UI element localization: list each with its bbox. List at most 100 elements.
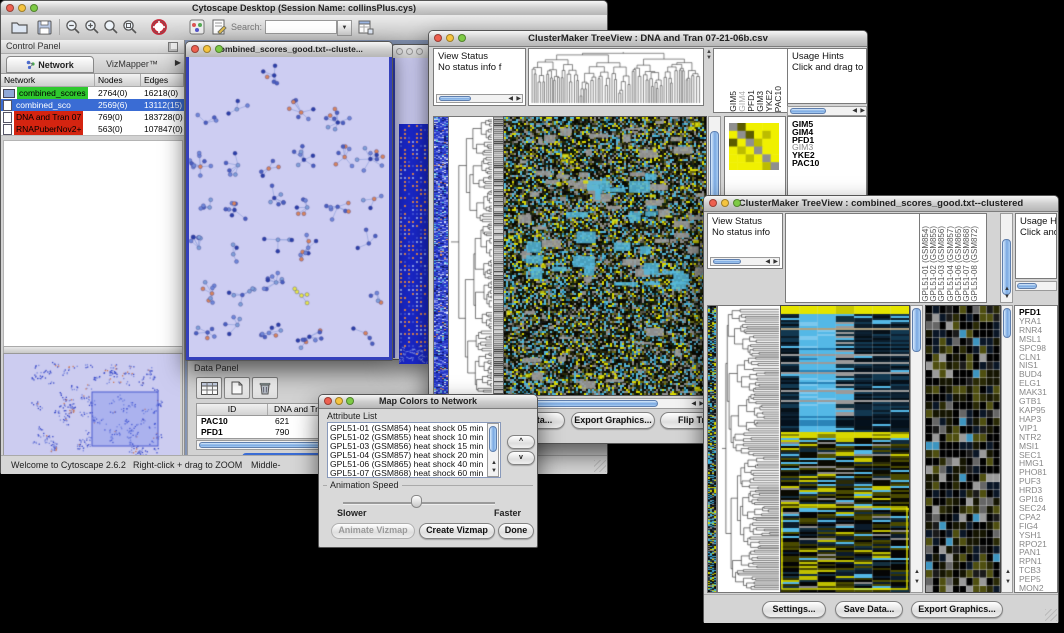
search-label: Search:	[231, 22, 262, 32]
main-titlebar[interactable]: Cytoscape Desktop (Session Name: collins…	[1, 1, 607, 16]
map-dialog-title: Map Colors to Network	[379, 396, 477, 406]
tv2-collabel-scrollbar[interactable]: ▲▼	[1000, 213, 1013, 303]
tv2-column-labels: GPL51-01 (GSM854)GPL51-02 (GSM855)GPL51-…	[919, 213, 987, 303]
delete-attribute-icon[interactable]	[252, 377, 278, 399]
search-input[interactable]	[265, 20, 337, 34]
tv1-row-dendrogram[interactable]	[448, 116, 494, 396]
tv2-rowlabel-scrollbar[interactable]: ▲▼	[1001, 305, 1013, 593]
network-type-icon	[3, 89, 15, 98]
close-button[interactable]	[191, 45, 199, 53]
tv1-export-graphics-button[interactable]: Export Graphics...	[571, 412, 655, 429]
animate-vizmap-button[interactable]: Animate Vizmap	[331, 523, 415, 539]
network-row[interactable]: combined_scores 2764(0) 16218(0)	[1, 87, 184, 99]
close-button[interactable]	[709, 199, 717, 207]
zoom-button[interactable]	[733, 199, 741, 207]
network-type-icon	[3, 124, 12, 135]
float-panel-icon[interactable]	[168, 42, 178, 52]
close-button[interactable]	[434, 34, 442, 42]
tv1-status-scrollbar[interactable]: ◀▶	[436, 94, 523, 103]
tv2-usage-hints-label: Usage Hints	[1020, 216, 1057, 227]
desktop: Cytoscape Desktop (Session Name: collins…	[0, 0, 1064, 633]
network-canvas[interactable]	[186, 57, 392, 360]
tv2-settings-button[interactable]: Settings...	[762, 601, 826, 618]
new-attribute-icon[interactable]	[224, 377, 250, 399]
tv2-global-strip[interactable]	[707, 305, 717, 593]
status-right: Middle-	[251, 460, 281, 470]
tv1-view-status-panel: View StatusNo status info f ◀▶	[433, 48, 526, 106]
help-icon[interactable]	[148, 17, 170, 37]
tv2-heatmap[interactable]	[780, 305, 910, 593]
plugin-icon[interactable]	[187, 18, 207, 36]
tv2-usage-hints-info: Click and drag to	[1020, 227, 1057, 238]
tab-vizmapper[interactable]: VizMapper™	[95, 56, 169, 71]
zoom-out-icon[interactable]	[63, 18, 83, 36]
tv2-zoom-panel[interactable]	[925, 305, 1001, 593]
tv2-row-dendrogram[interactable]	[717, 305, 781, 593]
tv1-row-labels: GIM5GIM4PFD1GIM3YKE2PAC10	[787, 116, 867, 200]
done-button[interactable]: Done	[498, 523, 534, 539]
zoom-selected-icon[interactable]	[101, 18, 121, 36]
tv1-label-nav-arrows[interactable]: ▲▼	[706, 49, 712, 61]
attribute-item[interactable]: GPL51-07 (GSM868) heat shock 60 min	[330, 469, 498, 478]
column-label: PAC10	[774, 86, 783, 112]
tv2-status-scrollbar[interactable]: ◀▶	[710, 257, 780, 266]
search-dropdown-button[interactable]: ▼	[337, 20, 352, 36]
tab-network[interactable]: Network	[6, 56, 94, 73]
animation-slider-thumb[interactable]	[411, 495, 422, 508]
tv2-view-status-panel: View StatusNo status info ◀▶	[707, 213, 783, 269]
network-row[interactable]: combined_sco 2569(6) 13112(15)	[1, 99, 184, 111]
annotation-icon[interactable]	[209, 18, 229, 36]
tv1-column-dendrogram[interactable]	[528, 48, 704, 106]
save-icon[interactable]	[34, 18, 54, 36]
slower-label: Slower	[337, 508, 367, 518]
tv2-save-data-button[interactable]: Save Data...	[835, 601, 903, 618]
close-button[interactable]	[6, 4, 14, 12]
zoom-button[interactable]	[458, 34, 466, 42]
attribute-list-scrollbar[interactable]: ▲▼	[487, 423, 499, 477]
network-row[interactable]: RNAPuberNov2+ 563(0) 107847(0)	[1, 123, 184, 135]
tv1-zoom-panel[interactable]	[724, 116, 786, 200]
zoom-button[interactable]	[30, 4, 38, 12]
treeview1-title: ClusterMaker TreeView : DNA and Tran 07-…	[528, 33, 768, 44]
network-list-area	[3, 140, 183, 347]
network-view-titlebar[interactable]: combined_scores_good.txt--cluste...	[186, 42, 392, 58]
network-table-header: Network Nodes Edges	[1, 74, 184, 87]
zoom-in-icon[interactable]	[82, 18, 102, 36]
close-button[interactable]	[324, 397, 332, 405]
treeview2-title: ClusterMaker TreeView : combined_scores_…	[739, 198, 1023, 209]
zoom-button[interactable]	[346, 397, 354, 405]
move-up-button[interactable]: ^	[507, 435, 535, 449]
tv2-export-graphics-button[interactable]: Export Graphics...	[911, 601, 1003, 618]
network-row[interactable]: DNA and Tran 07 769(0) 183728(0)	[1, 111, 184, 123]
tv1-usage-hints-panel: Usage HintsClick and drag to	[787, 48, 867, 104]
tab-overflow-button[interactable]: ▶	[175, 58, 181, 67]
tv2-usage-hints-panel: Usage HintsClick and drag to	[1015, 213, 1057, 279]
tv1-global-strip[interactable]	[433, 116, 449, 396]
attribute-browser-icon[interactable]	[356, 18, 376, 36]
tv2-column-dendrogram[interactable]	[785, 213, 920, 303]
minimize-button[interactable]	[335, 397, 343, 405]
treeview1-titlebar[interactable]: ClusterMaker TreeView : DNA and Tran 07-…	[429, 31, 867, 47]
map-dialog-titlebar[interactable]: Map Colors to Network	[319, 395, 537, 409]
table-mode-icon[interactable]	[196, 377, 222, 399]
minimize-button[interactable]	[18, 4, 26, 12]
tv1-heatmap[interactable]	[503, 116, 707, 396]
minimize-button[interactable]	[446, 34, 454, 42]
open-icon[interactable]	[9, 18, 29, 36]
create-vizmap-button[interactable]: Create Vizmap	[419, 523, 495, 539]
tv1-usage-hints-info: Click and drag to	[792, 62, 863, 73]
birdseye-view[interactable]	[3, 353, 183, 461]
minimize-button[interactable]	[203, 45, 211, 53]
control-panel: Control Panel Network VizMapper™ ▶ Netwo…	[1, 40, 185, 455]
tv2-vscrollbar[interactable]: ▲▼	[910, 305, 923, 593]
tv2-button-bar: Settings... Save Data... Export Graphics…	[704, 594, 1058, 623]
tv2-usage-scrollbar[interactable]	[1015, 281, 1057, 291]
tv1-view-status-label: View Status	[438, 51, 488, 62]
treeview2-titlebar[interactable]: ClusterMaker TreeView : combined_scores_…	[704, 196, 1058, 212]
tv1-usage-scrollbar[interactable]: ◀▶	[787, 106, 867, 116]
move-down-button[interactable]: v	[507, 451, 535, 465]
tv1-column-labels: GIM5GIM4PFD1GIM3YKE2PAC10	[713, 48, 788, 113]
zoom-button[interactable]	[215, 45, 223, 53]
zoom-fit-icon[interactable]	[120, 18, 140, 36]
minimize-button[interactable]	[721, 199, 729, 207]
